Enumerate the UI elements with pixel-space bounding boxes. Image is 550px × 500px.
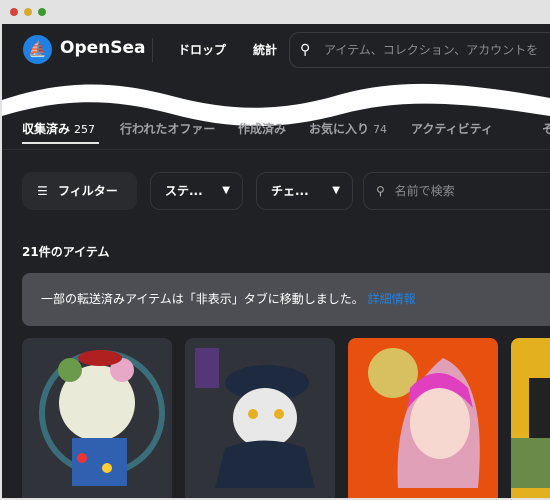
- nft-image-anime-girl: [368, 348, 480, 488]
- notice-banner: 一部の転送済みアイテムは「非表示」タブに移動しました。 詳細情報: [22, 273, 550, 326]
- close-window-button[interactable]: [10, 8, 18, 16]
- learn-more-link[interactable]: 詳細情報: [368, 292, 416, 306]
- profile-tabs: 収集済み 257 行われたオファー 作成済み お気に入り 74 アクティビティ そ: [2, 120, 550, 150]
- divider: [152, 38, 153, 62]
- search-placeholder: 名前で検索: [394, 184, 455, 198]
- tab-label: アクティビティ: [411, 122, 493, 136]
- tab-count: 257: [74, 123, 96, 136]
- notice-text: 一部の転送済みアイテムは「非表示」タブに移動しました。: [41, 292, 364, 306]
- tab-more[interactable]: そ: [542, 120, 550, 137]
- chain-dropdown[interactable]: チェ... ▼: [256, 172, 353, 210]
- filter-icon: ☰: [37, 184, 48, 198]
- nft-card[interactable]: [511, 338, 550, 498]
- tab-label: 行われたオファー: [120, 122, 216, 136]
- status-label: ステ...: [165, 184, 203, 198]
- nft-card[interactable]: [22, 338, 172, 498]
- search-icon: ⚲: [300, 42, 311, 58]
- name-search-input[interactable]: ⚲ 名前で検索: [363, 172, 550, 210]
- tab-count: 74: [373, 123, 388, 136]
- nft-image-owl: [195, 348, 315, 488]
- global-search-input[interactable]: ⚲ アイテム、コレクション、アカウントを: [289, 32, 550, 68]
- tab-label: 作成済み: [238, 122, 287, 136]
- tab-collected[interactable]: 収集済み 257: [22, 120, 95, 137]
- search-placeholder: アイテム、コレクション、アカウントを: [324, 43, 539, 57]
- browser-content: ⛵ OpenSea ドロップ 統計 ⚲ アイテム、コレクション、アカウントを 収…: [2, 24, 550, 498]
- chain-label: チェ...: [271, 184, 309, 198]
- chevron-down-icon: ▼: [332, 185, 340, 196]
- window-titlebar: [0, 0, 550, 24]
- tab-label: 収集済み: [22, 122, 71, 136]
- nft-card[interactable]: [185, 338, 335, 498]
- tab-label: そ: [542, 122, 550, 136]
- tab-created[interactable]: 作成済み: [238, 120, 286, 137]
- nft-card[interactable]: [348, 338, 498, 498]
- filter-label: フィルター: [57, 184, 118, 198]
- zoom-window-button[interactable]: [38, 8, 46, 16]
- nav-drops[interactable]: ドロップ: [178, 41, 226, 58]
- tab-offers-made[interactable]: 行われたオファー: [120, 120, 215, 137]
- sailboat-icon[interactable]: ⛵: [23, 35, 52, 64]
- tab-label: お気に入り: [309, 122, 370, 136]
- tab-favorites[interactable]: お気に入り 74: [309, 120, 387, 137]
- items-count: 21件のアイテム: [22, 245, 110, 259]
- search-icon: ⚲: [376, 184, 385, 198]
- brand-name[interactable]: OpenSea: [60, 38, 146, 58]
- nft-image-partial: [511, 378, 550, 488]
- filter-button[interactable]: ☰ フィルター: [22, 172, 137, 210]
- nav-stats[interactable]: 統計: [253, 41, 277, 58]
- chevron-down-icon: ▼: [222, 185, 230, 196]
- tab-activity[interactable]: アクティビティ: [411, 120, 493, 137]
- minimize-window-button[interactable]: [24, 8, 32, 16]
- active-tab-indicator: [22, 142, 99, 144]
- status-dropdown[interactable]: ステ... ▼: [150, 172, 243, 210]
- nft-image-panda: [39, 350, 165, 486]
- top-nav: ⛵ OpenSea ドロップ 統計 ⚲ アイテム、コレクション、アカウントを: [2, 24, 550, 76]
